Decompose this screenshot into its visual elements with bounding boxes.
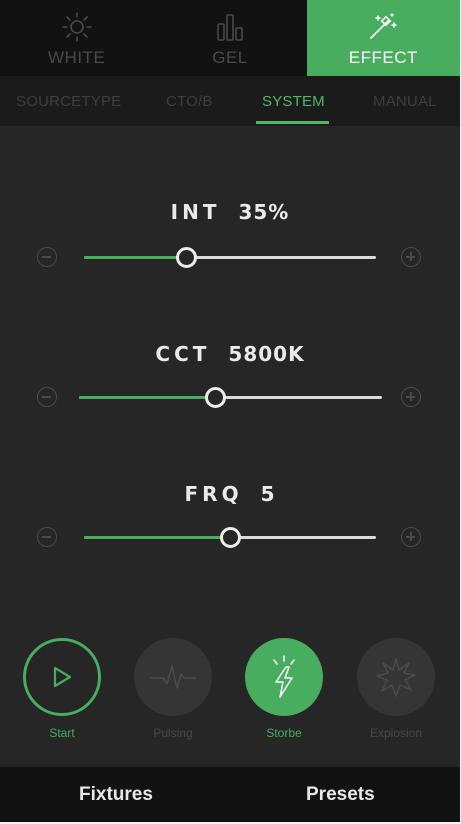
frq-decrease-button[interactable] <box>37 527 57 547</box>
frq-title: FRQ 5 <box>0 482 460 506</box>
app-frame: WHITE GEL EFFECT SOURCETYPE CTO/B SYSTEM… <box>0 0 460 822</box>
cct-decrease-button[interactable] <box>37 387 57 407</box>
subtab-manual[interactable]: MANUAL <box>373 93 437 110</box>
frq-track-fill <box>84 536 230 539</box>
pulse-icon <box>150 665 196 689</box>
effect-buttons: Start Pulsing Storbe Explosion <box>0 638 460 748</box>
cct-title: CCT 5800K <box>0 342 460 366</box>
tab-gel-label: GEL <box>212 48 248 67</box>
start-button[interactable] <box>23 638 101 716</box>
explosion-label: Explosion <box>369 726 423 740</box>
bars-icon <box>217 14 243 41</box>
pulsing-button[interactable] <box>134 638 212 716</box>
presets-button[interactable]: Presets <box>306 784 375 806</box>
tab-white-label: WHITE <box>48 48 106 67</box>
cct-name: CCT <box>155 342 211 366</box>
int-name: INT <box>170 200 221 224</box>
active-subtab-indicator <box>256 121 329 124</box>
lightning-icon <box>273 655 295 698</box>
sub-tabs: SOURCETYPE CTO/B SYSTEM MANUAL <box>0 76 460 126</box>
explosion-icon <box>376 658 416 697</box>
int-increase-button[interactable] <box>401 247 421 267</box>
tab-gel[interactable]: GEL <box>153 0 307 76</box>
int-value: 35% <box>238 200 290 224</box>
frq-increase-button[interactable] <box>401 527 421 547</box>
play-icon <box>53 666 72 688</box>
sun-icon <box>61 12 92 42</box>
effect-start[interactable]: Start <box>23 638 101 740</box>
frq-value: 5 <box>260 482 276 506</box>
subtab-sourcetype[interactable]: SOURCETYPE <box>16 93 121 110</box>
frq-track[interactable] <box>84 527 376 548</box>
cct-track[interactable] <box>79 387 382 408</box>
int-track[interactable] <box>84 247 376 268</box>
effect-pulsing[interactable]: Pulsing <box>134 638 212 740</box>
int-decrease-button[interactable] <box>37 247 57 267</box>
magic-wand-icon <box>370 13 398 39</box>
cct-thumb[interactable] <box>205 387 227 408</box>
storbe-label: Storbe <box>266 726 302 740</box>
bottom-nav: Fixtures Presets <box>0 767 460 822</box>
effect-explosion[interactable]: Explosion <box>357 638 435 740</box>
pulsing-label: Pulsing <box>153 726 193 740</box>
int-thumb[interactable] <box>176 247 198 268</box>
frq-name: FRQ <box>184 482 243 506</box>
cct-increase-button[interactable] <box>401 387 421 407</box>
int-track-fill <box>84 256 187 259</box>
mode-tabs: WHITE GEL EFFECT <box>0 0 460 76</box>
cct-track-fill <box>79 396 216 399</box>
tab-effect[interactable]: EFFECT <box>306 0 460 76</box>
int-title: INT 35% <box>0 200 460 224</box>
subtab-cto-b[interactable]: CTO/B <box>166 93 213 110</box>
effect-storbe[interactable]: Storbe <box>245 638 323 740</box>
start-label: Start <box>49 726 75 740</box>
fixtures-button[interactable]: Fixtures <box>79 784 153 806</box>
subtab-system[interactable]: SYSTEM <box>262 93 325 110</box>
storbe-button[interactable] <box>245 638 323 716</box>
tab-effect-label: EFFECT <box>348 48 418 67</box>
tab-white[interactable]: WHITE <box>0 0 154 76</box>
explosion-button[interactable] <box>357 638 435 716</box>
cct-value: 5800K <box>228 342 305 366</box>
frq-thumb[interactable] <box>220 527 241 548</box>
